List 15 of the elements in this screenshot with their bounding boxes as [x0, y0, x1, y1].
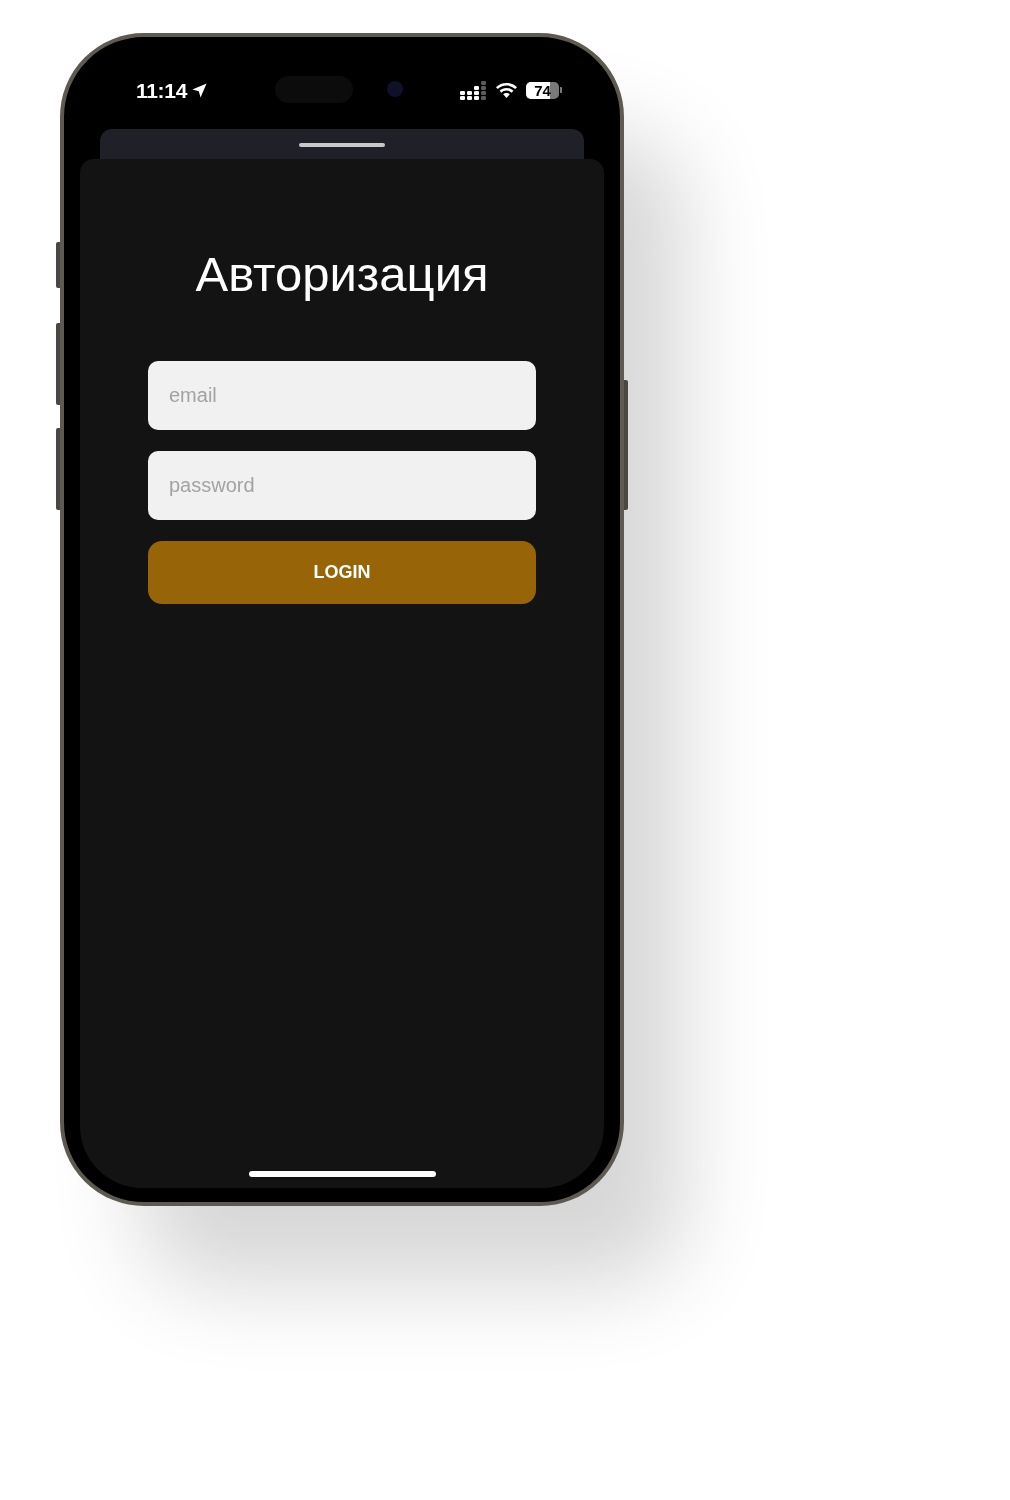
side-button[interactable]: [56, 242, 60, 288]
signal-icon: [460, 80, 487, 100]
grabber-handle[interactable]: [299, 143, 385, 147]
input-field[interactable]: email: [148, 361, 536, 430]
sheet-title: Авторизация: [195, 246, 489, 303]
input-field[interactable]: password: [148, 451, 536, 520]
side-button[interactable]: [56, 323, 60, 405]
battery-percentage: 74: [533, 81, 552, 99]
side-button[interactable]: [56, 428, 60, 510]
camera-lens-icon: [387, 81, 403, 97]
login-button[interactable]: LOGIN: [148, 541, 536, 604]
side-button[interactable]: [624, 380, 628, 510]
location-arrow-icon: [191, 81, 209, 99]
wifi-icon: [496, 82, 517, 98]
status-time: 11:14: [136, 79, 188, 101]
